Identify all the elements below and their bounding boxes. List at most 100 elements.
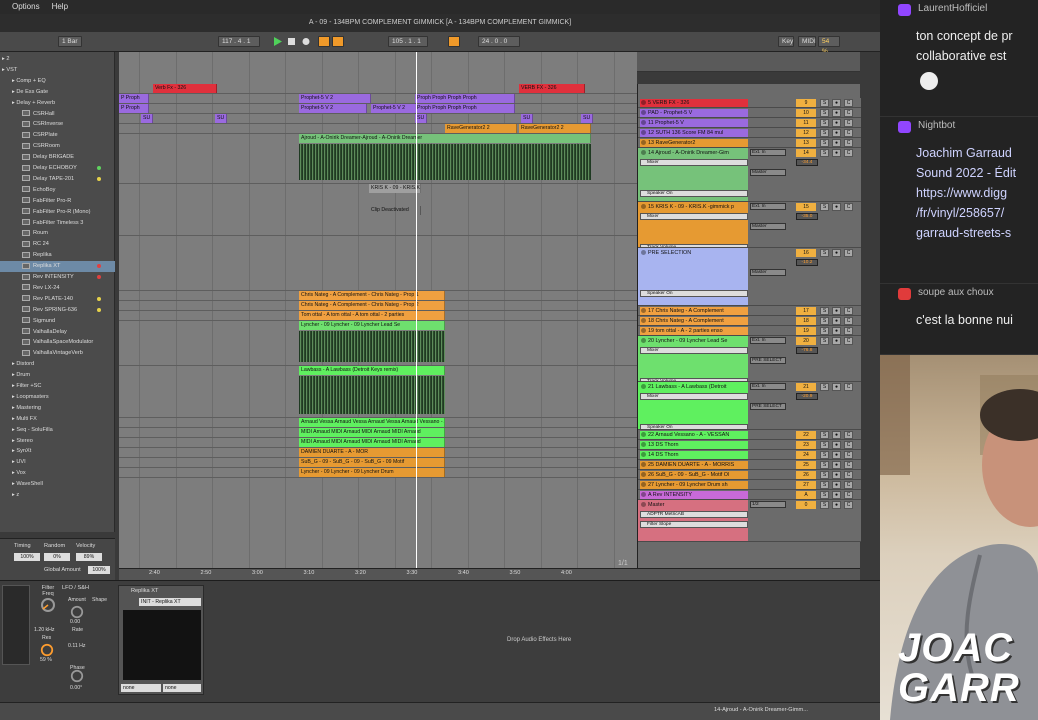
resonance-knob[interactable] (40, 643, 54, 657)
browser-item[interactable]: EchoBoy (0, 185, 115, 196)
browser-item[interactable]: Roum (0, 228, 115, 239)
monitor-button[interactable]: C (844, 203, 853, 211)
groove-timing-field[interactable]: 100% (14, 553, 40, 561)
mixer-track[interactable]: 13 DS Thorn 23 S ● C (638, 440, 861, 450)
solo-button[interactable]: S (820, 491, 829, 499)
clip[interactable]: SU (521, 114, 533, 123)
monitor-button[interactable]: C (844, 431, 853, 439)
clip[interactable]: Proph Proph Proph Proph (415, 104, 515, 113)
mixer-track[interactable]: 11 Prophet-5 V 11 S ● C (638, 118, 861, 128)
clip[interactable]: KRIS K - 09 - KRIS.K (369, 184, 421, 193)
monitor-button[interactable]: C (844, 451, 853, 459)
arm-button[interactable]: ● (832, 461, 841, 469)
arm-button[interactable]: ● (832, 307, 841, 315)
track-lane[interactable]: Chris Nateg - A Complement - Chris Nateg… (119, 291, 637, 301)
browser-item[interactable]: Rev PLATE-140 (0, 294, 115, 305)
browser-item[interactable]: Rev LX-24 (0, 283, 115, 294)
clip[interactable]: VERB FX - 326 (519, 84, 585, 93)
track-name[interactable]: 15 KRIS K - 09 - KRIS.K -gimmick p (640, 203, 748, 211)
output-routing[interactable]: PRE SELECT (750, 357, 786, 364)
solo-button[interactable]: S (820, 337, 829, 345)
output-routing[interactable]: PRE SELECT (750, 403, 786, 410)
track-lane[interactable]: Tom ottal - A tom ottal - A tom ottal - … (119, 311, 637, 321)
clip[interactable]: Proph Proph Proph Proph (415, 94, 515, 103)
output-routing[interactable]: Master (750, 169, 786, 176)
browser-item[interactable]: FabFilter Pro-R (0, 196, 115, 207)
track-name[interactable]: 19 tom ottal - A - 2 parties enso (640, 327, 748, 335)
browser-item[interactable]: FabFilter Timeless 3 (0, 218, 115, 229)
track-name[interactable]: 14 Ajroud - A-Onirik Dreamer-Gim (640, 149, 748, 157)
browser-item[interactable]: ▸ VST (0, 65, 115, 76)
clip[interactable]: MIDI Arnaud MIDI Arnaud MIDI Arnaud MIDI… (299, 438, 445, 447)
monitor-button[interactable]: C (844, 139, 853, 147)
mixer-track[interactable]: 20 Lyncher - 09 Lyncher Lead Se 20 S ● C Ext.… (638, 336, 861, 382)
groove-random-field[interactable]: 0% (44, 553, 70, 561)
mixer-track[interactable]: 14 DS Thorn 24 S ● C (638, 450, 861, 460)
phase-knob[interactable] (70, 669, 84, 683)
browser-item[interactable]: Replika (0, 250, 115, 261)
mixer-track[interactable]: 26 SuB_G - 09 - SuB_G - Motif Ol 26 S ● C (638, 470, 861, 480)
mixer-track[interactable]: 25 DAMIEN DUARTE - A - MORRIS 25 S ● C (638, 460, 861, 470)
output-routing[interactable]: Master (750, 223, 786, 230)
arm-button[interactable]: ● (832, 441, 841, 449)
monitor-button[interactable]: C (844, 109, 853, 117)
volume-field[interactable]: -34.4 (796, 159, 818, 166)
mixer-track[interactable]: 18 Chris Nateg - A Complement 18 S ● C (638, 316, 861, 326)
clip[interactable]: P Proph (119, 94, 149, 103)
track-name[interactable]: 25 DAMIEN DUARTE - A - MORRIS (640, 461, 748, 469)
mixer-track[interactable]: 27 Lyncher - 09 Lyncher Drum sh 27 S ● C (638, 480, 861, 490)
input-select[interactable]: Ext. In (750, 337, 786, 344)
browser-item[interactable]: RC 24 (0, 239, 115, 250)
monitor-button[interactable]: C (844, 471, 853, 479)
clip[interactable]: RaveGenerator2 2 (519, 124, 591, 133)
browser-item[interactable]: ▸ z (0, 490, 115, 501)
arrangement-view[interactable]: Verb Fx - 326 VERB FX - 326 P Proph Prophet… (119, 52, 637, 568)
output-select[interactable]: Filter Slope (640, 521, 748, 528)
track-lane[interactable]: Lawbass - A Lawbass (Detroit Keys remix) (119, 366, 637, 418)
chat-username[interactable]: LaurentHofficiel (918, 3, 987, 14)
clip[interactable]: Arnaud Vessa Arnaud Vessa Arnaud Vessa A… (299, 418, 445, 427)
groove-velocity-field[interactable]: 89% (76, 553, 102, 561)
track-lane[interactable]: P Proph Prophet-5 V 2 Proph Proph Proph Pr… (119, 94, 637, 104)
arm-button[interactable]: ● (832, 491, 841, 499)
mixer-track[interactable]: 21 Lawbass - A Lawbass (Detroit 21 S ● C Ext.… (638, 382, 861, 430)
solo-button[interactable]: S (820, 471, 829, 479)
track-lane[interactable]: Ajroud - A-Onirik Dreamer-Ajroud - A-Oni… (119, 134, 637, 184)
browser-item[interactable]: ValhallaSpaceModulator (0, 337, 115, 348)
arm-button[interactable]: ● (832, 249, 841, 257)
record-icon[interactable] (300, 36, 312, 47)
mixer-track[interactable]: Master 0 S ● C 1/2 ADPTR MetricAB Filter Slope (638, 500, 861, 542)
automation-arm-icon[interactable] (332, 36, 344, 47)
browser-item[interactable]: ▸ Multi FX (0, 414, 115, 425)
mixer-select[interactable]: Mixer (640, 347, 748, 354)
browser-item[interactable]: ▸ Filter +SC (0, 381, 115, 392)
arm-button[interactable]: ● (832, 481, 841, 489)
volume-field[interactable]: -20.9 (796, 393, 818, 400)
browser-item[interactable]: ▸ Delay + Reverb (0, 98, 115, 109)
browser-item[interactable]: Replika XT (0, 261, 115, 272)
volume-field[interactable]: -35.0 (796, 213, 818, 220)
loop-length-field[interactable]: 24 . 0 . 0 (478, 36, 520, 47)
browser-item[interactable]: ▸ 2 (0, 54, 115, 65)
clip[interactable]: SU (581, 114, 593, 123)
track-name[interactable]: 13 DS Thorn (640, 441, 748, 449)
monitor-button[interactable]: C (844, 327, 853, 335)
browser-item[interactable]: Delay TAPE-201 (0, 174, 115, 185)
solo-button[interactable]: S (820, 481, 829, 489)
solo-button[interactable]: S (820, 249, 829, 257)
mixer-track[interactable]: 13 RaveGenerator2 13 S ● C (638, 138, 861, 148)
monitor-button[interactable]: C (844, 99, 853, 107)
key-map-button[interactable]: Key (778, 36, 794, 47)
mixer-select[interactable]: ADPTR MetricAB (640, 511, 748, 518)
clip[interactable]: MIDI Arnaud MIDI Arnaud MIDI Arnaud MIDI… (299, 428, 445, 437)
mixer-select[interactable]: Mixer (640, 393, 748, 400)
browser-item[interactable]: ▸ Comp + EQ (0, 76, 115, 87)
solo-button[interactable]: S (820, 307, 829, 315)
arm-button[interactable]: ● (832, 149, 841, 157)
mixer-track[interactable]: 17 Chris Nateg - A Complement 17 S ● C (638, 306, 861, 316)
solo-button[interactable]: S (820, 203, 829, 211)
menu-options[interactable]: Options (0, 0, 46, 13)
solo-button[interactable]: S (820, 109, 829, 117)
clip[interactable]: RaveGenerator2 2 (445, 124, 517, 133)
monitor-button[interactable]: C (844, 491, 853, 499)
